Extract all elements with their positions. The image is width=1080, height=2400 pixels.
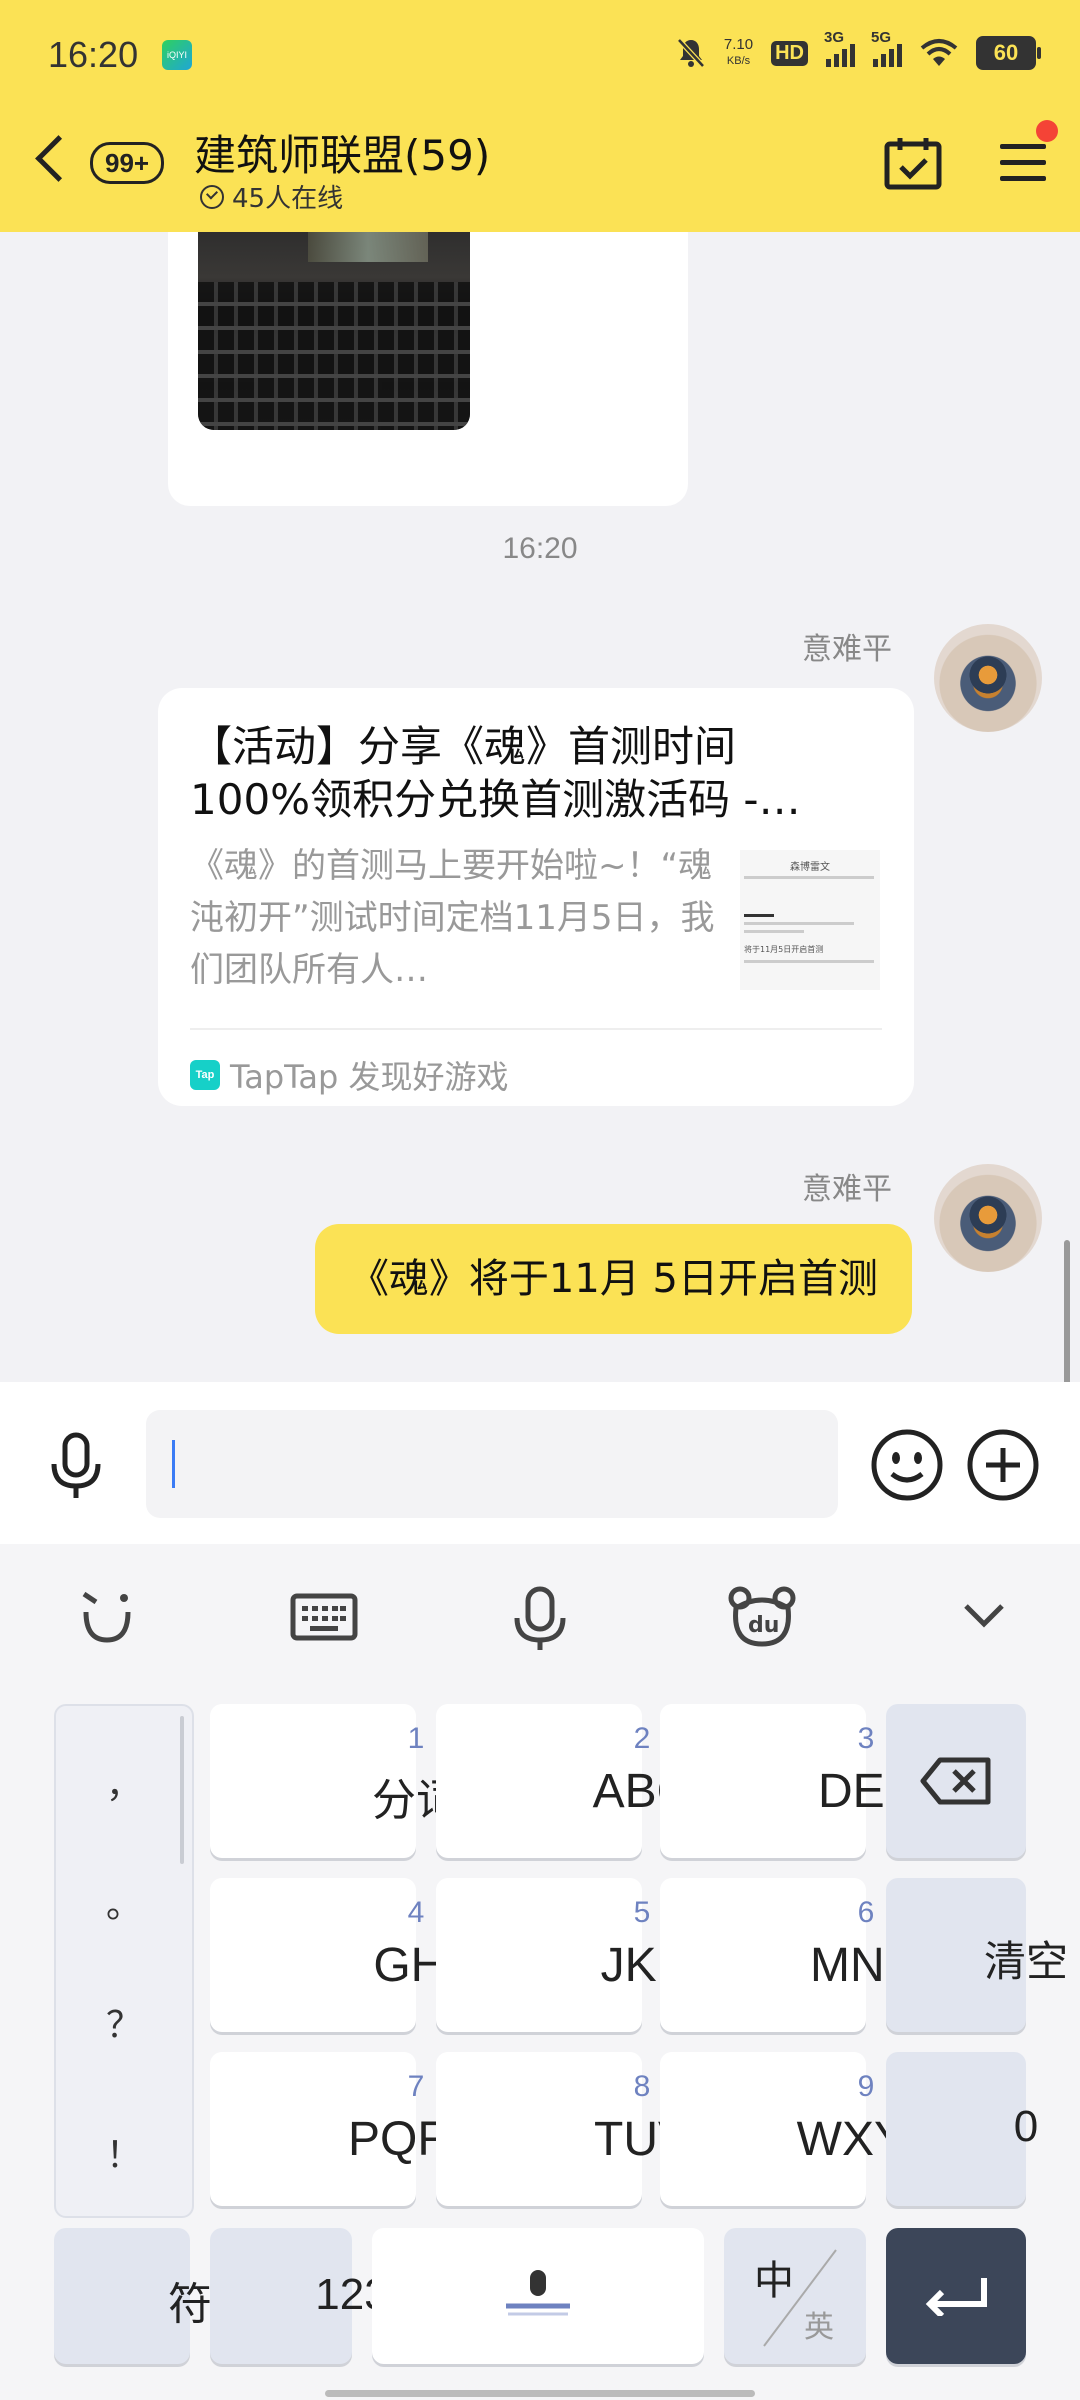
key-2[interactable]: 2 ABC <box>436 1704 691 1858</box>
keyboard-icon[interactable] <box>290 1586 358 1648</box>
keyboard-toolbar: du <box>0 1544 1080 1684</box>
baidu-bear-icon[interactable]: du <box>728 1586 796 1648</box>
voice-keyboard-icon[interactable] <box>510 1586 570 1652</box>
sender-name: 意难平 <box>802 1172 892 1207</box>
key-0[interactable]: 0 <box>886 2052 1038 2206</box>
voice-input-icon[interactable] <box>48 1432 104 1502</box>
taptap-logo-icon: Tap <box>190 1060 220 1090</box>
text-message-bubble[interactable]: 《魂》将于11月 5日开启首测 <box>314 1224 912 1334</box>
symbols-key[interactable]: 符 <box>54 2228 212 2364</box>
input-bar <box>0 1382 1080 1544</box>
language-switch-key[interactable]: 中 英 <box>724 2228 866 2364</box>
clear-key[interactable]: 清空 <box>886 1878 1068 2032</box>
laptop-photo[interactable] <box>198 232 470 430</box>
enter-icon <box>925 2278 987 2316</box>
battery-icon: 60 <box>976 36 1041 70</box>
ime-keyboard: du ， 。 ？ ！ 1 分词 2 ABC 3 DEF 4 GHI 5 JKL … <box>0 1544 1080 2400</box>
share-description: 《魂》的首测马上要开始啦~！“魂沌初开”测试时间定档11月5日，我们团队所有人… <box>190 846 715 990</box>
space-voice-icon <box>506 2270 570 2316</box>
top-bar: 16:20 iQIYI 7.10 KB/s HD 3G 5G 60 99+ 建筑… <box>0 0 1080 232</box>
avatar[interactable] <box>934 1164 1042 1272</box>
network-speed: 7.10 KB/s <box>723 36 754 68</box>
calendar-check-icon[interactable] <box>884 136 942 190</box>
status-time: 16:20 <box>48 34 139 75</box>
chat-scrollbar[interactable] <box>1064 1240 1070 1382</box>
share-source: Tap TapTap 发现好游戏 <box>190 1052 509 1098</box>
notification-dot <box>1036 120 1058 142</box>
share-card[interactable]: 【活动】分享《魂》首测时间100%领积分兑换首测激活码 -… 《魂》的首测马上要… <box>158 688 914 1106</box>
mute-bell-icon <box>677 38 705 68</box>
message-timestamp: 16:20 <box>502 532 578 565</box>
unread-badge[interactable]: 99+ <box>90 142 165 184</box>
add-icon[interactable] <box>966 1428 1040 1502</box>
collapse-keyboard-icon[interactable] <box>962 1586 1006 1648</box>
backspace-key[interactable] <box>886 1704 1026 1858</box>
home-indicator[interactable] <box>325 2390 755 2397</box>
back-arrow-icon[interactable] <box>35 135 82 182</box>
key-1[interactable]: 1 分词 <box>210 1704 460 1858</box>
numbers-key[interactable]: 123 <box>210 2228 389 2364</box>
key-3[interactable]: 3 DEF <box>660 1704 914 1858</box>
iqiyi-app-icon: iQIYI <box>162 40 192 70</box>
text-caret <box>172 1440 175 1488</box>
share-thumbnail: 森博雷文 将于11月5日开启首测 <box>740 850 880 990</box>
key-7[interactable]: 7 PQRS <box>210 2052 484 2206</box>
wifi-icon <box>920 39 958 66</box>
image-message[interactable] <box>168 232 688 506</box>
share-title: 【活动】分享《魂》首测时间100%领积分兑换首测激活码 -… <box>190 722 801 824</box>
punct-scrollbar[interactable] <box>180 1716 184 1864</box>
key-8[interactable]: 8 TUV <box>436 2052 690 2206</box>
key-9[interactable]: 9 WXYZ <box>660 2052 935 2206</box>
punct-period[interactable]: 。 <box>56 1876 192 1928</box>
sender-name: 意难平 <box>802 632 892 667</box>
status-bar: 16:20 iQIYI 7.10 KB/s HD 3G 5G 60 <box>0 29 1080 80</box>
menu-icon[interactable] <box>1000 144 1046 192</box>
enter-key[interactable] <box>886 2228 1026 2364</box>
chat-area[interactable]: 16:20 意难平 【活动】分享《魂》首测时间100%领积分兑换首测激活码 -…… <box>0 232 1080 1382</box>
key-5[interactable]: 5 JKL <box>436 1878 683 2032</box>
punct-comma[interactable]: ， <box>56 1756 192 1808</box>
online-status[interactable]: 45人在线 <box>200 178 343 215</box>
hd-voice-icon: HD <box>771 40 808 66</box>
key-4[interactable]: 4 GHI <box>210 1878 459 2032</box>
emoji-icon[interactable] <box>870 1428 944 1502</box>
punctuation-column[interactable]: ， 。 ？ ！ <box>54 1704 194 2218</box>
signal-5g-icon: 5G <box>871 29 902 67</box>
avatar[interactable] <box>934 624 1042 732</box>
punct-question[interactable]: ？ <box>56 1996 192 2048</box>
punct-exclaim[interactable]: ！ <box>56 2126 192 2178</box>
signal-3g-icon: 3G <box>824 29 855 67</box>
key-6[interactable]: 6 MNO <box>660 1878 922 2032</box>
online-check-icon <box>200 184 224 209</box>
chat-header: 99+ 建筑师联盟(59) 45人在线 <box>0 110 1080 220</box>
group-title[interactable]: 建筑师联盟(59) <box>194 122 490 183</box>
message-input[interactable] <box>146 1410 838 1518</box>
backspace-icon <box>920 1757 991 1805</box>
svg-text:du: du <box>748 1613 779 1638</box>
cursor-smile-icon[interactable] <box>76 1586 138 1648</box>
space-key[interactable] <box>372 2228 704 2364</box>
